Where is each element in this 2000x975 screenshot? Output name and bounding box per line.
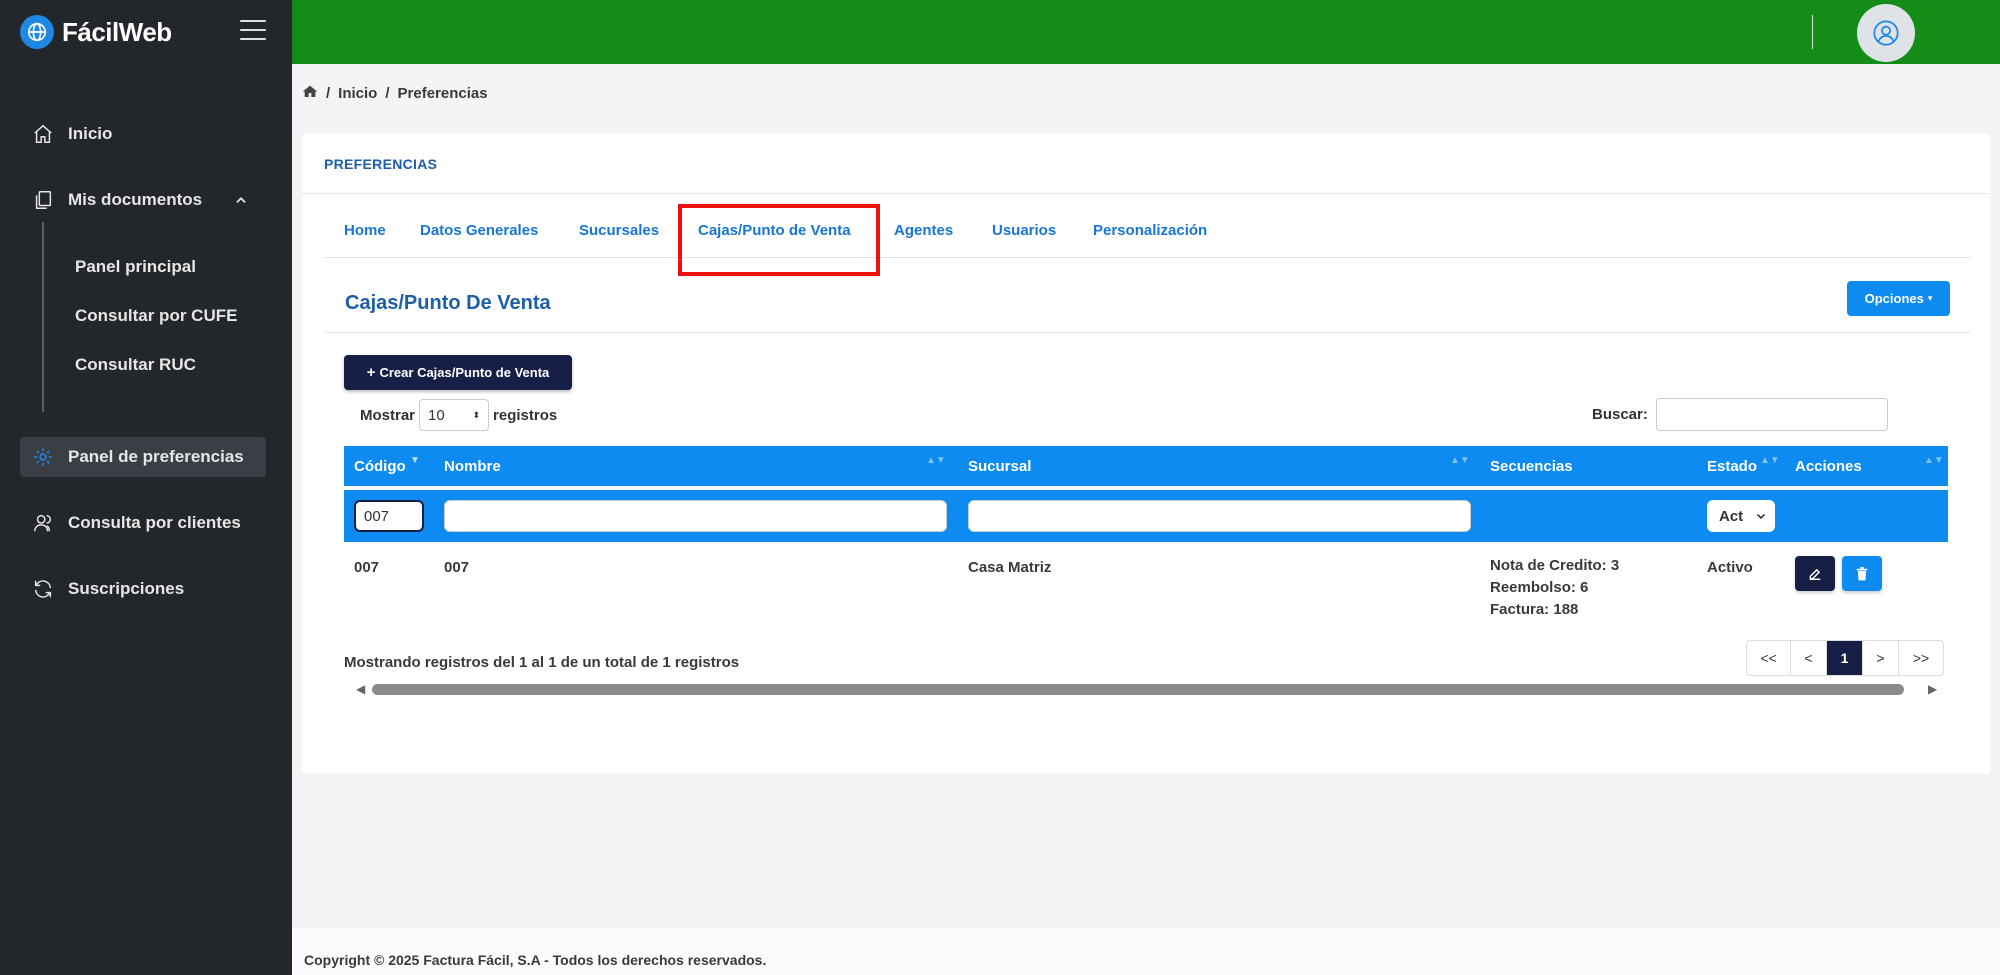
sidebar-item-consulta-clientes[interactable]: Consulta por clientes — [20, 503, 266, 543]
breadcrumb: / Inicio / Preferencias — [302, 84, 488, 102]
sidebar-item-label: Inicio — [68, 124, 113, 143]
horizontal-scrollbar[interactable]: ◀ ▶ — [354, 682, 1938, 696]
opciones-button[interactable]: Opciones ▾ — [1847, 281, 1950, 316]
caret-down-icon: ▾ — [1927, 293, 1933, 303]
tab-home[interactable]: Home — [344, 222, 386, 239]
th-acciones[interactable]: Acciones — [1795, 446, 1862, 486]
copyright-text: Copyright © 2025 Factura Fácil, S.A - To… — [304, 952, 767, 968]
hamburger-menu-icon[interactable] — [240, 20, 266, 40]
edit-icon — [1809, 568, 1821, 580]
th-secuencias[interactable]: Secuencias — [1490, 446, 1573, 486]
pagination: << < 1 > >> — [1746, 640, 1944, 676]
sidebar-item-label: Panel de preferencias — [68, 447, 244, 466]
topbar-divider — [1812, 15, 1813, 49]
refresh-icon — [30, 576, 56, 602]
chevron-down-icon — [1756, 513, 1766, 520]
sort-desc-icon: ▼ — [410, 455, 420, 466]
sort-icon: ▲▼ — [1924, 455, 1944, 466]
users-icon — [30, 510, 56, 536]
card-title: PREFERENCIAS — [302, 134, 1990, 194]
tabs: Home Datos Generales Sucursales Cajas/Pu… — [324, 222, 1970, 258]
search-input[interactable] — [1655, 398, 1888, 431]
th-sucursal[interactable]: Sucursal — [968, 446, 1031, 486]
user-icon — [1873, 20, 1899, 46]
filter-row: 007 Act — [344, 490, 1948, 542]
pagination-info: Mostrando registros del 1 al 1 de un tot… — [344, 654, 740, 671]
cell-estado: Activo — [1707, 559, 1753, 576]
trash-icon — [1856, 566, 1868, 580]
submenu-line — [42, 222, 44, 412]
sidebar-item-inicio[interactable]: Inicio — [20, 114, 266, 154]
scroll-right-icon[interactable]: ▶ — [1928, 682, 1937, 696]
filter-codigo-input[interactable]: 007 — [354, 500, 424, 532]
show-entries: Mostrar 10 ⬍ registros — [360, 399, 557, 431]
cell-codigo: 007 — [354, 559, 380, 576]
tab-usuarios[interactable]: Usuarios — [992, 222, 1056, 239]
search-box: Buscar: — [1592, 398, 1888, 431]
documents-icon — [30, 187, 56, 213]
sidebar-item-label: Consulta por clientes — [68, 513, 241, 532]
scroll-left-icon[interactable]: ◀ — [356, 682, 365, 696]
th-estado[interactable]: Estado — [1707, 446, 1757, 486]
home-icon — [30, 121, 56, 147]
subitem-consultar-cufe[interactable]: Consultar por CUFE — [75, 306, 237, 326]
top-bar — [292, 0, 2000, 64]
page-current[interactable]: 1 — [1827, 641, 1863, 675]
user-avatar[interactable] — [1857, 4, 1915, 62]
footer: Copyright © 2025 Factura Fácil, S.A - To… — [292, 927, 2000, 975]
subitem-consultar-ruc[interactable]: Consultar RUC — [75, 355, 196, 375]
table-header: Código ▼ Nombre ▲▼ Sucursal ▲▼ Secuencia… — [344, 446, 1948, 486]
sidebar-item-mis-documentos[interactable]: Mis documentos — [20, 180, 266, 220]
sidebar-item-label: Mis documentos — [68, 190, 203, 209]
sort-arrows-icon: ⬍ — [472, 409, 481, 420]
breadcrumb-inicio[interactable]: Inicio — [338, 85, 377, 102]
tab-sucursales[interactable]: Sucursales — [579, 222, 659, 239]
filter-estado-select[interactable]: Act — [1707, 500, 1775, 532]
tab-agentes[interactable]: Agentes — [894, 222, 953, 239]
tab-personalizacion[interactable]: Personalización — [1093, 222, 1207, 239]
sidebar-item-label: Suscripciones — [68, 579, 185, 598]
plus-icon: + — [366, 364, 376, 381]
preferences-card: PREFERENCIAS Home Datos Generales Sucurs… — [302, 134, 1990, 774]
section-divider — [324, 332, 1970, 333]
home-icon[interactable] — [302, 84, 318, 102]
sort-icon: ▲▼ — [1760, 455, 1780, 466]
sort-icon: ▲▼ — [926, 455, 946, 466]
globe-icon — [20, 15, 54, 49]
filter-sucursal-input[interactable] — [968, 500, 1471, 532]
page-first[interactable]: << — [1747, 641, 1791, 675]
page-size-select[interactable]: 10 ⬍ — [419, 399, 490, 431]
subitem-panel-principal[interactable]: Panel principal — [75, 257, 196, 277]
page-last[interactable]: >> — [1899, 641, 1943, 675]
page-next[interactable]: > — [1863, 641, 1899, 675]
cell-secuencias: Nota de Credito: 3 Reembolso: 6 Factura:… — [1490, 557, 1620, 618]
edit-button[interactable] — [1795, 556, 1835, 591]
sidebar-item-suscripciones[interactable]: Suscripciones — [20, 569, 266, 609]
section-title: Cajas/Punto De Venta — [345, 292, 551, 314]
delete-button[interactable] — [1842, 556, 1882, 591]
sidebar-item-panel-preferencias[interactable]: Panel de preferencias — [20, 437, 266, 477]
filter-nombre-input[interactable] — [444, 500, 947, 532]
brand-name: FácilWeb — [62, 16, 172, 47]
breadcrumb-current: Preferencias — [397, 84, 488, 102]
gear-icon — [30, 444, 56, 470]
th-codigo[interactable]: Código — [354, 446, 406, 486]
chevron-up-icon — [234, 192, 248, 212]
th-nombre[interactable]: Nombre — [444, 446, 501, 486]
sort-icon: ▲▼ — [1450, 455, 1470, 466]
tab-datos-generales[interactable]: Datos Generales — [420, 222, 538, 239]
cell-sucursal: Casa Matriz — [968, 559, 1052, 576]
cell-nombre: 007 — [444, 559, 470, 576]
scrollbar-thumb[interactable] — [372, 684, 1904, 695]
create-caja-button[interactable]: + Crear Cajas/Punto de Venta — [344, 355, 572, 390]
sidebar: FácilWeb Inicio Mis documentos Panel pri… — [0, 0, 292, 975]
page-prev[interactable]: < — [1791, 641, 1827, 675]
tab-highlight-box — [678, 204, 880, 276]
